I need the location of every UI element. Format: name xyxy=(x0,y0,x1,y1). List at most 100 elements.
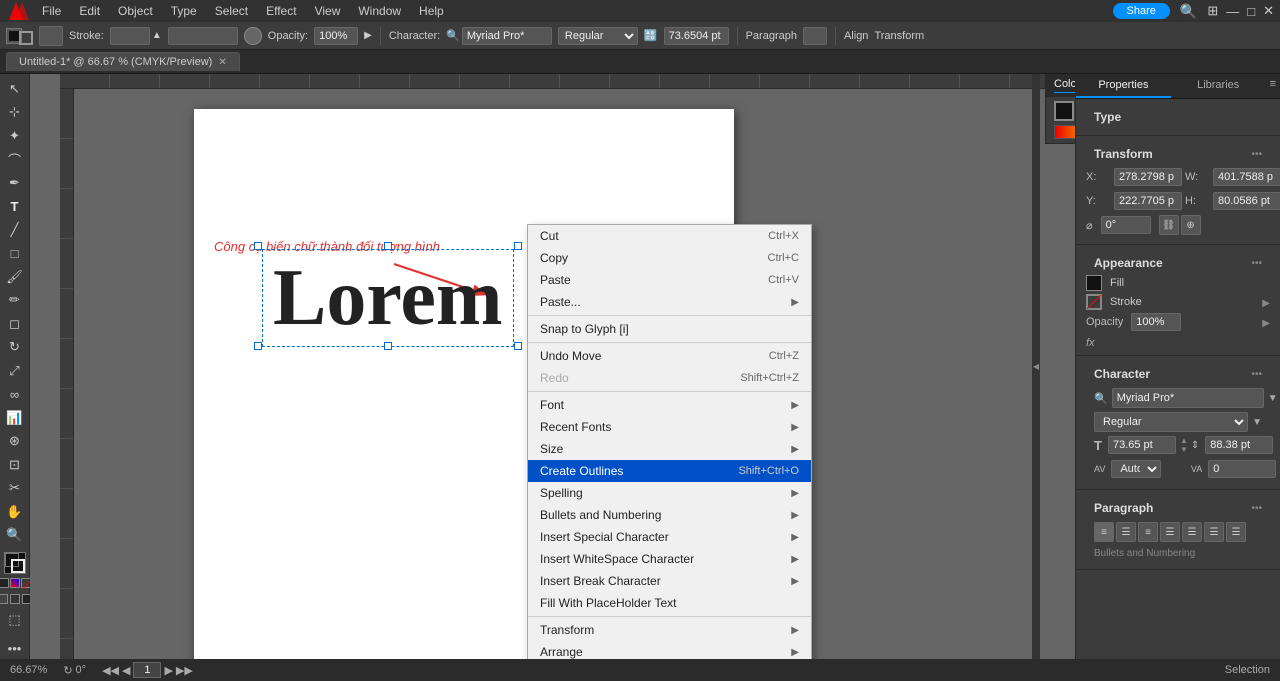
opacity-input[interactable] xyxy=(314,27,358,45)
handle-tr[interactable] xyxy=(514,242,522,250)
page-number-input[interactable] xyxy=(133,662,161,678)
menu-item-insert-break[interactable]: Insert Break Character ▶ xyxy=(528,570,811,592)
align-right-button[interactable]: ≡ xyxy=(1138,522,1158,542)
font-dropdown-arrow[interactable]: ▼ xyxy=(1268,393,1278,404)
paragraph-settings[interactable] xyxy=(803,27,827,45)
stroke-color-swatch[interactable] xyxy=(19,31,33,45)
type-section-header[interactable]: Type xyxy=(1086,105,1270,129)
lasso-tool[interactable]: ⌒ xyxy=(4,149,26,171)
line-tool[interactable]: ╱ xyxy=(4,219,26,241)
menu-item-recent-fonts[interactable]: Recent Fonts ▶ xyxy=(528,416,811,438)
menu-item-cut[interactable]: Cut Ctrl+X xyxy=(528,225,811,247)
color-globe-icon[interactable] xyxy=(244,27,262,45)
menu-item-paste[interactable]: Paste Ctrl+V xyxy=(528,269,811,291)
align-left-button[interactable]: ≡ xyxy=(1094,522,1114,542)
pen-tool[interactable]: ✒ xyxy=(4,172,26,194)
normal-view[interactable] xyxy=(0,594,8,604)
menu-item-spelling[interactable]: Spelling ▶ xyxy=(528,482,811,504)
menu-item-fill-placeholder[interactable]: Fill With PlaceHolder Text xyxy=(528,592,811,614)
prev-page-button[interactable]: ◀◀ xyxy=(102,664,119,677)
paragraph-section-header[interactable]: Paragraph ••• xyxy=(1086,496,1270,520)
opacity-panel-input[interactable] xyxy=(1131,313,1181,331)
justify-button[interactable]: ☰ xyxy=(1160,522,1180,542)
selection-tool[interactable]: ↖ xyxy=(4,78,26,100)
stroke-input[interactable] xyxy=(110,27,150,45)
handle-bl[interactable] xyxy=(254,342,262,350)
justify-right-button[interactable]: ☰ xyxy=(1204,522,1224,542)
constrain-proportions[interactable]: ⛓ xyxy=(1159,215,1179,235)
tab-close-button[interactable]: ✕ xyxy=(218,57,226,68)
fill-swatch[interactable] xyxy=(1054,101,1074,121)
font-size-input[interactable] xyxy=(664,27,729,45)
type-tool[interactable]: T xyxy=(4,196,26,218)
justify-all-button[interactable]: ☰ xyxy=(1182,522,1202,542)
maximize-icon[interactable]: □ xyxy=(1247,4,1255,19)
paint-brush-tool[interactable]: 🖌 xyxy=(4,266,26,288)
menu-select[interactable]: Select xyxy=(207,2,256,20)
menu-file[interactable]: File xyxy=(34,2,69,20)
menu-item-arrange[interactable]: Arrange ▶ xyxy=(528,641,811,659)
opacity-expand[interactable]: ▶ xyxy=(1262,315,1270,329)
character-selector[interactable]: 🔍 xyxy=(446,27,552,45)
panel-collapse-strip[interactable]: ◀ xyxy=(1032,74,1040,659)
artboard-nav[interactable]: ⬚ xyxy=(4,610,26,632)
bullets-paragraph-link[interactable]: Bullets and Numbering xyxy=(1086,544,1270,563)
character-section-header[interactable]: Character ••• xyxy=(1086,362,1270,386)
blend-tool[interactable]: ∞ xyxy=(4,384,26,406)
menu-item-size[interactable]: Size ▶ xyxy=(528,438,811,460)
scale-tool[interactable]: ⤢ xyxy=(4,360,26,382)
char-font-input[interactable] xyxy=(1112,388,1264,408)
symbol-sprayer-tool[interactable]: ⊛ xyxy=(4,431,26,453)
justify-full-button[interactable]: ☰ xyxy=(1226,522,1246,542)
menu-edit[interactable]: Edit xyxy=(71,2,108,20)
line-height-input[interactable] xyxy=(1205,436,1273,454)
x-input[interactable] xyxy=(1114,168,1182,186)
search-icon[interactable]: 🔍 xyxy=(1180,3,1197,20)
menu-item-undo[interactable]: Undo Move Ctrl+Z xyxy=(528,345,811,367)
prev-page-step[interactable]: ◀ xyxy=(122,664,130,677)
fx-button[interactable]: fx xyxy=(1086,337,1095,349)
kerning-input[interactable] xyxy=(1208,460,1276,478)
eraser-tool[interactable]: ◻ xyxy=(4,313,26,335)
fill-box[interactable] xyxy=(1086,275,1102,291)
opacity-arrow[interactable]: ▶ xyxy=(364,30,372,41)
next-page-button[interactable]: ▶▶ xyxy=(176,664,193,677)
hand-tool[interactable]: ✋ xyxy=(4,501,26,523)
pencil-tool[interactable]: ✏ xyxy=(4,290,26,312)
stroke-box[interactable] xyxy=(1086,294,1102,310)
font-style-dropdown[interactable]: ▼ xyxy=(1252,417,1262,428)
menu-window[interactable]: Window xyxy=(350,2,409,20)
angle-input[interactable] xyxy=(1101,216,1151,234)
color-selector[interactable] xyxy=(168,27,238,45)
stroke-style-selector[interactable] xyxy=(39,26,63,46)
document-tab[interactable]: Untitled-1* @ 66.67 % (CMYK/Preview) ✕ xyxy=(6,52,240,71)
menu-item-redo[interactable]: Redo Shift+Ctrl+Z xyxy=(528,367,811,389)
tracking-select[interactable]: Auto xyxy=(1111,460,1161,478)
more-tools-button[interactable]: ••• xyxy=(4,637,26,659)
y-input[interactable] xyxy=(1114,192,1182,210)
w-input[interactable] xyxy=(1213,168,1280,186)
transform-origin[interactable]: ⊕ xyxy=(1181,215,1201,235)
color-mode-button[interactable] xyxy=(0,578,9,588)
menu-item-bullets[interactable]: Bullets and Numbering ▶ xyxy=(528,504,811,526)
share-button[interactable]: Share xyxy=(1113,3,1170,19)
rotate-tool[interactable]: ↻ xyxy=(4,337,26,359)
char-font-style-select[interactable]: Regular xyxy=(1094,412,1248,432)
rect-tool[interactable]: □ xyxy=(4,243,26,265)
screen-view[interactable] xyxy=(10,594,20,604)
menu-item-transform[interactable]: Transform ▶ xyxy=(528,619,811,641)
direct-selection-tool[interactable]: ⊹ xyxy=(4,102,26,124)
menu-item-insert-special[interactable]: Insert Special Character ▶ xyxy=(528,526,811,548)
menu-item-paste-more[interactable]: Paste... ▶ xyxy=(528,291,811,313)
handle-br[interactable] xyxy=(514,342,522,350)
font-size-panel-input[interactable] xyxy=(1108,436,1176,454)
menu-item-font[interactable]: Font ▶ xyxy=(528,394,811,416)
menu-effect[interactable]: Effect xyxy=(258,2,304,20)
transform-section-header[interactable]: Transform ••• xyxy=(1086,142,1270,166)
tab-properties[interactable]: Properties xyxy=(1076,74,1171,98)
zoom-tool[interactable]: 🔍 xyxy=(4,525,26,547)
tab-libraries[interactable]: Libraries xyxy=(1171,74,1266,98)
gradient-mode-button[interactable] xyxy=(10,578,20,588)
menu-item-copy[interactable]: Copy Ctrl+C xyxy=(528,247,811,269)
appearance-section-header[interactable]: Appearance ••• xyxy=(1086,251,1270,275)
